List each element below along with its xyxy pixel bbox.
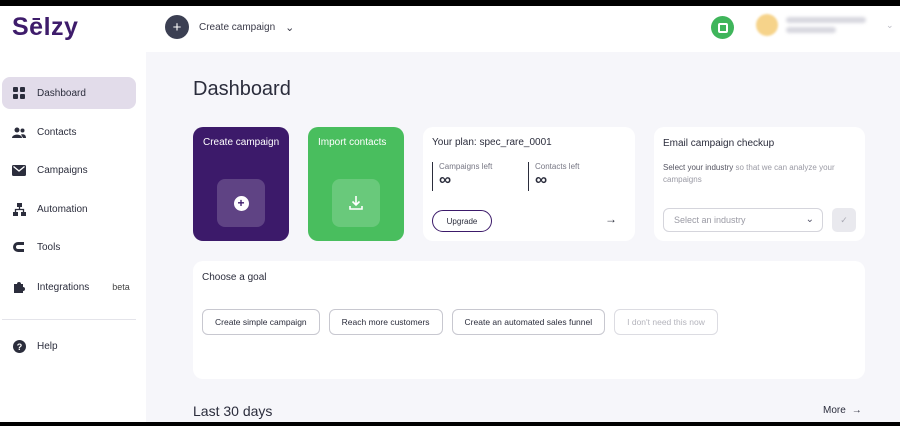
- plan-title: Your plan: spec_rare_0001: [432, 137, 552, 148]
- mail-icon: [12, 163, 26, 177]
- sidebar-item-label: Integrations: [37, 281, 90, 293]
- check-icon: ✓: [840, 214, 848, 225]
- last-30-days-title: Last 30 days: [193, 403, 273, 419]
- sidebar-item-campaigns[interactable]: Campaigns: [2, 154, 136, 186]
- sidebar-item-dashboard[interactable]: Dashboard: [2, 77, 136, 109]
- puzzle-icon: [12, 280, 26, 294]
- users-icon: [12, 125, 26, 139]
- chat-icon: [717, 22, 728, 33]
- plus-icon: +: [233, 195, 249, 211]
- page-title: Dashboard: [193, 78, 291, 100]
- sidebar-item-label: Dashboard: [37, 87, 86, 99]
- chevron-down-icon: ⌄: [805, 214, 814, 225]
- arrow-right-icon[interactable]: →: [605, 212, 617, 226]
- sidebar-item-help[interactable]: ? Help: [2, 330, 136, 362]
- user-menu[interactable]: ⌄: [756, 14, 894, 36]
- sidebar-item-contacts[interactable]: Contacts: [2, 116, 136, 148]
- avatar: [756, 14, 778, 36]
- more-label: More: [823, 405, 846, 416]
- infinity-value: ∞: [535, 170, 548, 189]
- beta-badge: beta: [112, 282, 130, 292]
- sidebar-item-automation[interactable]: Automation: [2, 193, 136, 225]
- sidebar-item-tools[interactable]: Tools: [2, 231, 136, 263]
- selzy-logo[interactable]: Sēlzy: [12, 13, 78, 42]
- main-content: Dashboard Create campaign + Import conta…: [146, 52, 900, 422]
- download-icon: [332, 179, 380, 227]
- magnet-icon: [12, 240, 26, 254]
- confirm-industry-button[interactable]: ✓: [832, 208, 856, 232]
- goal-simple-campaign-button[interactable]: Create simple campaign: [202, 309, 320, 335]
- top-bar: Sēlzy + Create campaign ⌄ ⌄: [0, 6, 900, 52]
- app-window: Sēlzy + Create campaign ⌄ ⌄ Dashboard Co…: [0, 6, 900, 422]
- industry-placeholder: Select an industry: [674, 215, 746, 225]
- user-chevron-icon: ⌄: [886, 19, 894, 30]
- goal-reach-customers-button[interactable]: Reach more customers: [328, 309, 443, 335]
- goal-skip-button[interactable]: I don't need this now: [614, 309, 718, 335]
- sidebar: Dashboard Contacts Campaigns Automation …: [0, 52, 146, 422]
- svg-text:?: ?: [16, 341, 22, 351]
- sidebar-item-label: Campaigns: [37, 164, 88, 176]
- goal-title: Choose a goal: [202, 272, 267, 283]
- arrow-right-icon: →: [851, 405, 862, 416]
- goal-sales-funnel-button[interactable]: Create an automated sales funnel: [451, 309, 606, 335]
- tile-title: Create campaign: [203, 137, 280, 148]
- checkup-desc-strong: Select your industry: [663, 163, 734, 172]
- flow-icon: [12, 202, 26, 216]
- grid-icon: [12, 86, 26, 100]
- email-checkup-card: Email campaign checkup Select your indus…: [654, 127, 865, 241]
- sidebar-divider: [2, 319, 136, 320]
- infinity-value: ∞: [439, 170, 452, 189]
- plan-card: Your plan: spec_rare_0001 Campaigns left…: [423, 127, 635, 241]
- sidebar-item-label: Tools: [37, 241, 61, 253]
- chat-button[interactable]: [711, 16, 734, 39]
- help-icon: ?: [12, 339, 26, 353]
- checkup-title: Email campaign checkup: [663, 138, 775, 149]
- sidebar-item-label: Help: [37, 340, 58, 352]
- sidebar-item-label: Contacts: [37, 126, 77, 138]
- choose-goal-card: Choose a goal Create simple campaign Rea…: [193, 261, 865, 379]
- upgrade-button[interactable]: Upgrade: [432, 210, 492, 232]
- industry-select[interactable]: Select an industry ⌄: [663, 208, 823, 232]
- tile-title: Import contacts: [318, 137, 387, 148]
- chevron-down-icon: ⌄: [285, 21, 295, 34]
- checkup-description: Select your industry so that we can anal…: [663, 162, 843, 186]
- more-link[interactable]: More →: [823, 405, 862, 416]
- add-campaign-icon: +: [217, 179, 265, 227]
- import-contacts-tile[interactable]: Import contacts: [308, 127, 404, 241]
- create-campaign-dropdown[interactable]: + Create campaign ⌄: [165, 15, 294, 39]
- goal-options: Create simple campaign Reach more custom…: [202, 309, 718, 335]
- sidebar-item-integrations[interactable]: Integrations beta: [2, 271, 136, 303]
- create-campaign-label: Create campaign: [199, 21, 276, 33]
- create-campaign-tile[interactable]: Create campaign +: [193, 127, 289, 241]
- sidebar-item-label: Automation: [37, 203, 88, 215]
- user-info-blurred: [786, 17, 866, 33]
- contacts-left-stat: Contacts left ∞: [528, 162, 579, 191]
- plus-icon: +: [165, 15, 189, 39]
- campaigns-left-stat: Campaigns left ∞: [432, 162, 492, 191]
